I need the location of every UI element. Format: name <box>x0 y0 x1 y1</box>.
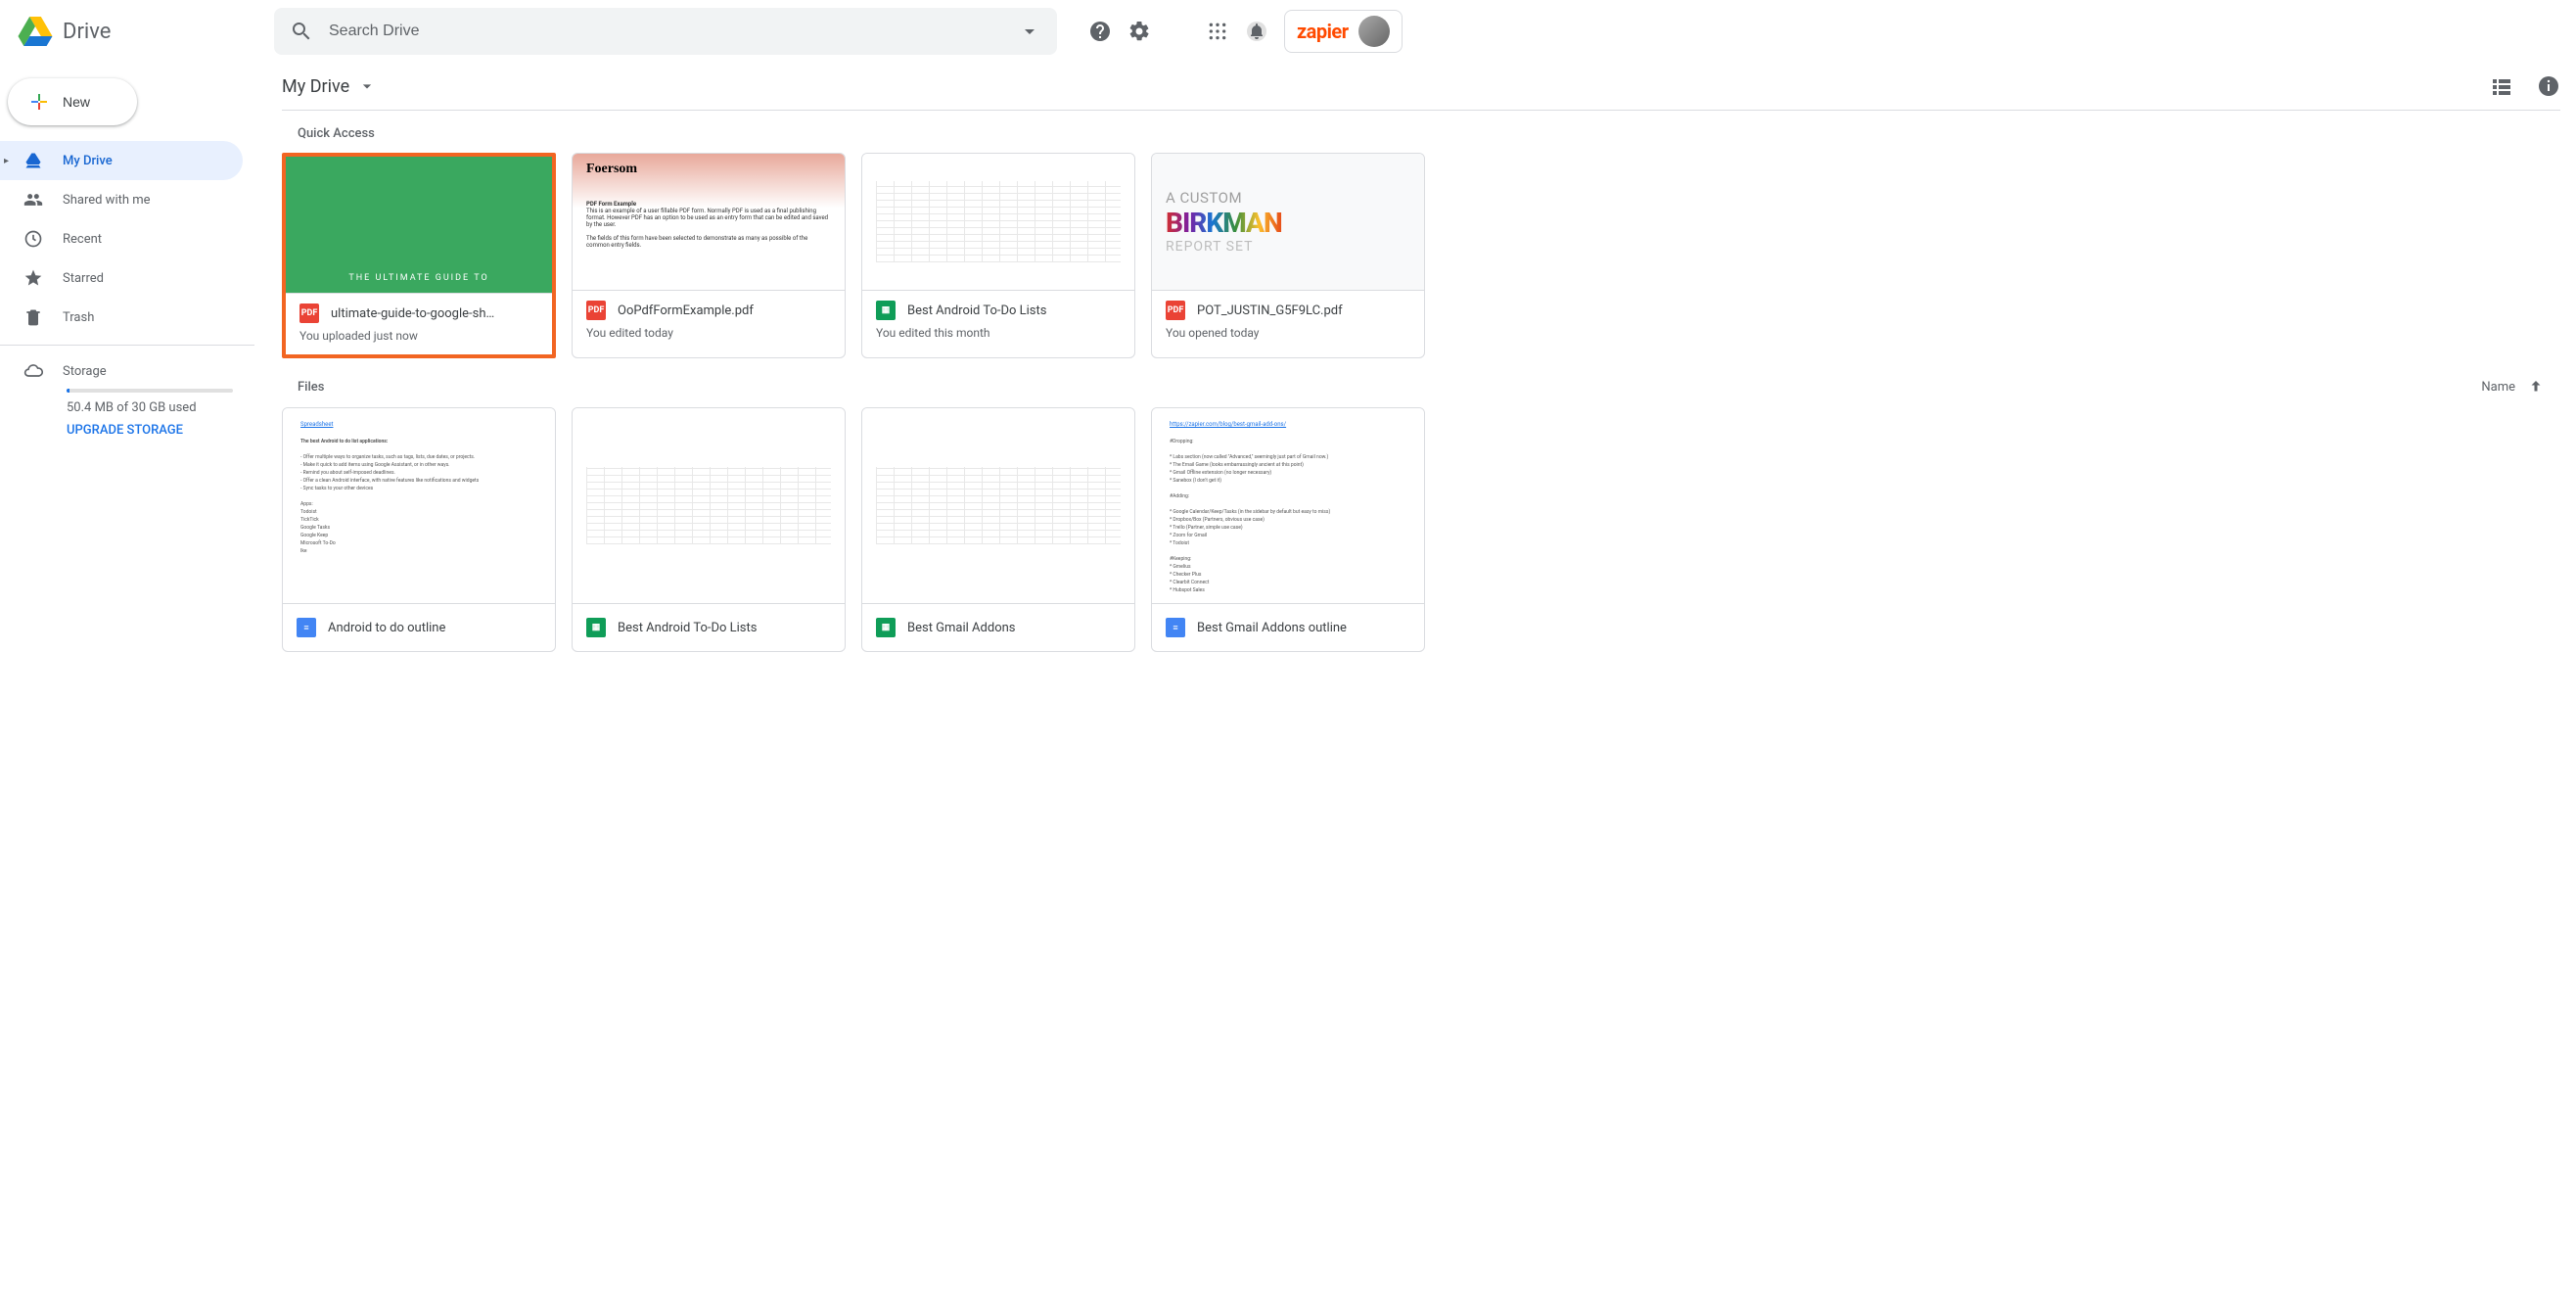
card-title: Best Android To-Do Lists <box>618 621 831 635</box>
app-name: Drive <box>63 20 111 44</box>
card-title: ultimate-guide-to-google-sh… <box>331 306 538 321</box>
brand-chip[interactable]: zapier <box>1284 10 1403 53</box>
sidebar: New ▸ My Drive Shared with me Recent Sta… <box>0 63 254 1306</box>
sidebar-item-label: Shared with me <box>63 193 151 208</box>
storage-label: Storage <box>63 364 107 379</box>
app-header: Drive zapier <box>0 0 2576 63</box>
plus-icon <box>27 90 51 114</box>
file-card[interactable]: Spreadsheet The best Android to do list … <box>282 407 556 652</box>
sidebar-item-trash[interactable]: Trash <box>0 298 243 337</box>
list-view-icon[interactable] <box>2490 74 2513 98</box>
pdf-icon: PDF <box>1166 301 1185 320</box>
card-subtitle: You opened today <box>1166 326 1410 340</box>
card-title: Best Gmail Addons <box>907 621 1121 635</box>
card-subtitle: You uploaded just now <box>299 329 538 343</box>
storage-bar <box>67 389 233 393</box>
header-actions: zapier <box>1088 10 1403 53</box>
apps-icon[interactable] <box>1206 20 1229 43</box>
logo-area[interactable]: Drive <box>16 12 266 51</box>
quick-access-title: Quick Access <box>282 111 2560 153</box>
card-subtitle: You edited this month <box>876 326 1121 340</box>
pdf-icon: PDF <box>299 303 319 323</box>
card-title: POT_JUSTIN_G5F9LC.pdf <box>1197 303 1410 318</box>
chevron-right-icon: ▸ <box>4 156 9 166</box>
sheets-icon: ▦ <box>876 301 896 320</box>
card-subtitle: You edited today <box>586 326 831 340</box>
sidebar-item-shared[interactable]: Shared with me <box>0 180 243 219</box>
breadcrumb-path: My Drive <box>282 76 349 97</box>
files-header: Files Name <box>282 358 2560 407</box>
file-card[interactable]: https://zapier.com/blog/best-gmail-add-o… <box>1151 407 1425 652</box>
thumbnail: Spreadsheet The best Android to do list … <box>283 408 555 604</box>
avatar[interactable] <box>1358 16 1390 47</box>
quick-access-grid: THE ULTIMATE GUIDE TO PDF ultimate-guide… <box>282 153 2560 358</box>
thumbnail: A CUSTOM BIRKMAN REPORT SET <box>1152 154 1424 291</box>
sheets-icon: ▦ <box>586 618 606 637</box>
sort-column[interactable]: Name <box>2481 378 2545 396</box>
quick-access-card[interactable]: THE ULTIMATE GUIDE TO PDF ultimate-guide… <box>282 153 556 358</box>
sheets-icon: ▦ <box>876 618 896 637</box>
notifications-icon[interactable] <box>1245 20 1268 43</box>
quick-access-card[interactable]: A CUSTOM BIRKMAN REPORT SET PDF POT_JUST… <box>1151 153 1425 358</box>
upgrade-storage-link[interactable]: UPGRADE STORAGE <box>67 423 243 438</box>
thumbnail <box>862 154 1134 291</box>
people-icon <box>23 190 43 210</box>
thumbnail <box>573 408 845 604</box>
search-input[interactable] <box>329 23 1002 40</box>
brand-text: zapier <box>1297 20 1349 43</box>
sidebar-item-label: My Drive <box>63 154 113 168</box>
quick-access-card[interactable]: ▦ Best Android To-Do Lists You edited th… <box>861 153 1135 358</box>
card-title: Android to do outline <box>328 621 541 635</box>
star-icon <box>23 268 43 288</box>
files-title: Files <box>298 380 324 395</box>
breadcrumb[interactable]: My Drive <box>282 76 377 97</box>
docs-icon: ≡ <box>1166 618 1185 637</box>
search-icon <box>290 20 313 43</box>
dropdown-icon[interactable] <box>1018 20 1041 43</box>
breadcrumb-row: My Drive <box>282 63 2560 110</box>
sidebar-item-label: Recent <box>63 232 102 247</box>
settings-icon[interactable] <box>1127 20 1151 43</box>
view-actions <box>2490 74 2560 98</box>
sidebar-item-storage[interactable]: Storage <box>23 361 243 381</box>
new-button[interactable]: New <box>8 78 137 125</box>
divider <box>0 345 254 346</box>
card-title: Best Gmail Addons outline <box>1197 621 1410 635</box>
docs-icon: ≡ <box>297 618 316 637</box>
chevron-down-icon <box>357 76 377 96</box>
drive-icon <box>23 151 43 170</box>
thumbnail: Foersom PDF Form Example This is an exam… <box>573 154 845 291</box>
search-bar[interactable] <box>274 8 1057 55</box>
sidebar-item-starred[interactable]: Starred <box>0 258 243 298</box>
sidebar-item-recent[interactable]: Recent <box>0 219 243 258</box>
storage-section: Storage 50.4 MB of 30 GB used UPGRADE ST… <box>0 353 254 445</box>
pdf-icon: PDF <box>586 301 606 320</box>
card-title: Best Android To-Do Lists <box>907 303 1121 318</box>
thumbnail: THE ULTIMATE GUIDE TO <box>286 157 552 294</box>
info-icon[interactable] <box>2537 74 2560 98</box>
sort-label: Name <box>2481 380 2515 395</box>
new-button-label: New <box>63 94 90 110</box>
thumbnail: https://zapier.com/blog/best-gmail-add-o… <box>1152 408 1424 604</box>
drive-logo-icon <box>16 12 55 51</box>
files-grid: Spreadsheet The best Android to do list … <box>282 407 2560 652</box>
sidebar-item-label: Starred <box>63 271 104 286</box>
help-icon[interactable] <box>1088 20 1112 43</box>
thumb-text: THE ULTIMATE GUIDE TO <box>286 273 552 283</box>
quick-access-card[interactable]: Foersom PDF Form Example This is an exam… <box>572 153 846 358</box>
clock-icon <box>23 229 43 249</box>
file-card[interactable]: ▦ Best Gmail Addons <box>861 407 1135 652</box>
main-content: My Drive Quick Access THE ULTIMATE GUIDE… <box>254 63 2576 1306</box>
thumbnail <box>862 408 1134 604</box>
file-card[interactable]: ▦ Best Android To-Do Lists <box>572 407 846 652</box>
arrow-up-icon <box>2527 378 2545 396</box>
sidebar-item-label: Trash <box>63 310 94 325</box>
storage-text: 50.4 MB of 30 GB used <box>67 400 243 415</box>
trash-icon <box>23 307 43 327</box>
cloud-icon <box>23 361 43 381</box>
card-title: OoPdfFormExample.pdf <box>618 303 831 318</box>
sidebar-item-my-drive[interactable]: ▸ My Drive <box>0 141 243 180</box>
